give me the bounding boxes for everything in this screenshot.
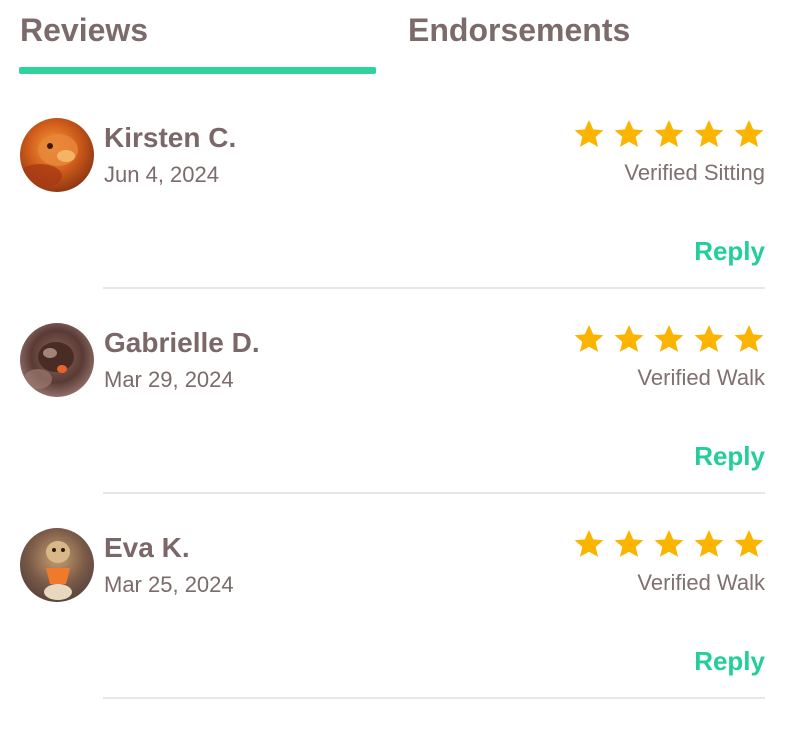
review-date: Mar 25, 2024 — [104, 572, 234, 597]
star-icon — [654, 325, 684, 352]
verified-service-label: Verified Walk — [637, 365, 765, 390]
reply-button[interactable]: Reply — [694, 646, 765, 677]
verified-service-label: Verified Walk — [637, 570, 765, 595]
star-icon — [734, 530, 764, 557]
star-icon — [694, 120, 724, 147]
star-icon — [574, 120, 604, 147]
verified-service-label: Verified Sitting — [624, 160, 765, 185]
reviewer-name: Eva K. — [104, 532, 190, 563]
review-date: Jun 4, 2024 — [104, 162, 219, 187]
review-item: Kirsten C. Jun 4, 2024 Verified Sitting … — [0, 118, 787, 323]
tab-reviews[interactable]: Reviews — [20, 12, 148, 49]
star-rating — [573, 118, 765, 152]
dog-photo-avatar-icon — [20, 323, 94, 397]
dog-photo-avatar-icon — [20, 118, 94, 192]
review-item: Gabrielle D. Mar 29, 2024 Verified Walk … — [0, 323, 787, 528]
avatar[interactable] — [20, 528, 94, 602]
reviewer-name: Gabrielle D. — [104, 327, 260, 358]
star-icon — [574, 325, 604, 352]
star-icon — [614, 530, 644, 557]
review-date: Mar 29, 2024 — [104, 367, 234, 392]
reviewer-name: Kirsten C. — [104, 122, 237, 153]
tab-endorsements[interactable]: Endorsements — [408, 12, 630, 49]
star-icon — [694, 530, 724, 557]
star-icon — [574, 530, 604, 557]
reply-button[interactable]: Reply — [694, 441, 765, 472]
star-icon — [614, 120, 644, 147]
divider — [103, 697, 765, 699]
avatar[interactable] — [20, 118, 94, 192]
divider — [103, 492, 765, 494]
tab-bar: Reviews Endorsements — [0, 0, 787, 80]
avatar[interactable] — [20, 323, 94, 397]
review-item: Eva K. Mar 25, 2024 Verified Walk Reply — [0, 528, 787, 733]
star-rating — [573, 323, 765, 357]
star-icon — [654, 530, 684, 557]
divider — [103, 287, 765, 289]
reply-button[interactable]: Reply — [694, 236, 765, 267]
star-icon — [654, 120, 684, 147]
star-rating — [573, 528, 765, 562]
star-icon — [694, 325, 724, 352]
star-icon — [734, 325, 764, 352]
dog-photo-avatar-icon — [20, 528, 94, 602]
star-icon — [734, 120, 764, 147]
star-icon — [614, 325, 644, 352]
active-tab-indicator — [19, 67, 376, 74]
